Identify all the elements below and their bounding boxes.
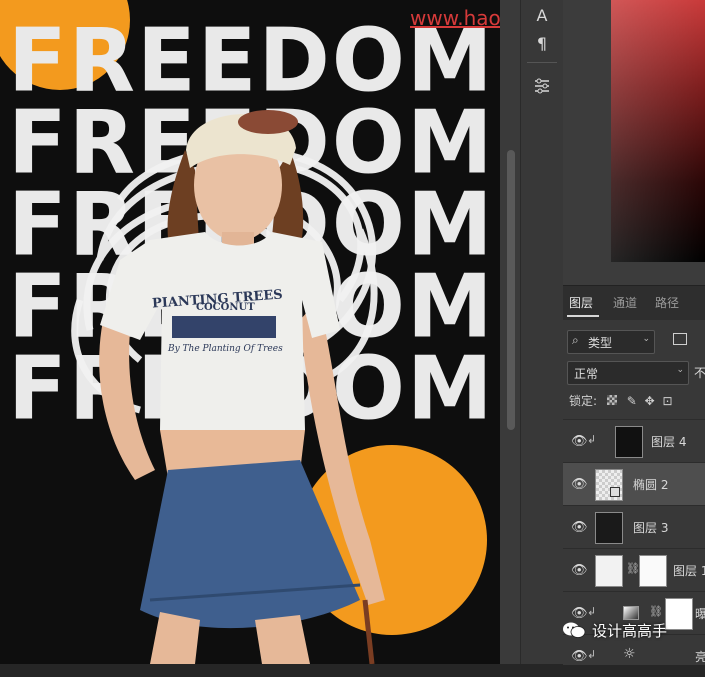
color-gradient-overlay	[611, 0, 705, 262]
mask-link-icon[interactable]: ⛓	[626, 562, 640, 575]
lock-row: 锁定: ✎ ✥ ⊡	[569, 392, 673, 409]
clipping-arrow-icon: ↲	[587, 433, 597, 446]
visibility-eye-icon[interactable]: 👁	[571, 649, 588, 664]
shape-layer-badge-icon	[610, 487, 620, 497]
layer-name: 椭圆 2	[633, 478, 669, 492]
lock-transparent-icon[interactable]	[606, 395, 617, 405]
layer-name: 图层 4	[651, 435, 687, 449]
layers-panel: 图层 通道 路径 ⌕ 类型 ⌄ 正常 ⌄ 不 锁定: ✎ ✥ ⊡ 👁 ↲ 图层 …	[563, 285, 705, 665]
layer-thumbnail	[595, 512, 623, 544]
image-filter-icon[interactable]	[673, 333, 687, 345]
tshirt-print-graphic	[172, 316, 276, 338]
model-denim-skirt	[140, 460, 360, 629]
layer-name: 图层 1	[673, 564, 705, 578]
layer-filter-select[interactable]: ⌕ 类型 ⌄	[567, 330, 655, 354]
panel-icon-strip: A ¶	[520, 0, 563, 664]
layer-row[interactable]: 👁 ⛓ 图层 1	[563, 548, 705, 591]
layer-mask-thumbnail	[639, 555, 667, 587]
layer-filter-label: 类型	[588, 336, 613, 350]
active-tab-indicator	[567, 315, 599, 317]
visibility-eye-icon[interactable]: 👁	[571, 477, 588, 492]
lock-artboard-icon[interactable]: ⊡	[662, 394, 672, 408]
lock-label: 锁定:	[569, 394, 598, 408]
visibility-eye-icon[interactable]: 👁	[571, 520, 588, 535]
visibility-eye-icon[interactable]: 👁	[571, 434, 588, 449]
tab-paths[interactable]: 路径	[655, 294, 679, 311]
layer-thumbnail	[595, 555, 623, 587]
blend-mode-select[interactable]: 正常 ⌄	[567, 361, 689, 385]
model-sunglasses	[238, 110, 298, 134]
text-icon[interactable]: A	[530, 4, 554, 28]
layer-name: 曝	[695, 607, 705, 621]
chevron-down-icon: ⌄	[642, 334, 650, 344]
lock-brush-icon[interactable]: ✎	[627, 394, 637, 408]
blend-mode-value: 正常	[574, 367, 599, 381]
tab-layers[interactable]: 图层	[569, 294, 593, 311]
tshirt-text-line2: COCONUT	[196, 302, 255, 313]
mask-link-icon[interactable]: ⛓	[649, 605, 663, 618]
layer-name: 图层 3	[633, 521, 669, 535]
canvas-scrollbar-thumb[interactable]	[507, 150, 515, 430]
layer-mask-thumbnail	[665, 598, 693, 630]
layer-name: 亮	[695, 650, 705, 664]
layer-row-selected[interactable]: 👁 椭圆 2	[563, 462, 705, 505]
clipping-arrow-icon: ↲	[587, 648, 597, 661]
adjustments-icon[interactable]	[530, 74, 554, 98]
adjustment-layer-icon	[623, 606, 639, 620]
watermark-author: 设计高高手	[592, 622, 668, 640]
tab-channels[interactable]: 通道	[613, 294, 637, 311]
wechat-icon	[563, 622, 586, 638]
brightness-icon: ☼	[623, 646, 636, 662]
document-canvas[interactable]: FREEDOM FREEDOM FREEDOM FREEDOM FREEDOM	[0, 0, 500, 664]
layer-row[interactable]: 👁 ↲ 图层 4	[563, 419, 705, 462]
chevron-down-icon: ⌄	[676, 365, 684, 375]
bag-strap	[362, 599, 375, 664]
opacity-label: 不	[694, 366, 705, 380]
visibility-eye-icon[interactable]: 👁	[571, 563, 588, 578]
layers-panel-tabs: 图层 通道 路径	[563, 286, 705, 320]
panel-divider	[527, 62, 557, 63]
color-picker-panel	[563, 0, 705, 285]
layer-row[interactable]: 👁 图层 3	[563, 505, 705, 548]
lock-move-icon[interactable]: ✥	[645, 394, 655, 408]
model-illustration	[71, 110, 385, 664]
paragraph-icon[interactable]: ¶	[530, 32, 554, 56]
clipping-arrow-icon: ↲	[587, 605, 597, 618]
layer-thumbnail	[615, 426, 643, 458]
tshirt-text-line3: By The Planting Of Trees	[168, 344, 283, 354]
visibility-eye-icon[interactable]: 👁	[571, 606, 588, 621]
search-icon: ⌕	[572, 333, 579, 347]
